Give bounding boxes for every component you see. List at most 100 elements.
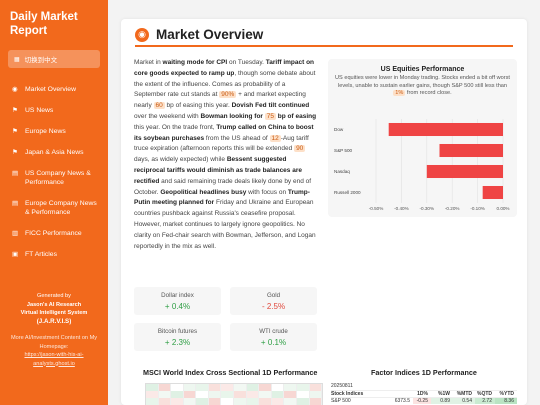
- table-header-row: Stock Indices 1D% %1W %MTD %QTD %YTD: [331, 390, 517, 397]
- building-icon: ▤: [12, 200, 19, 207]
- body-text: on Tuesday.: [227, 59, 266, 66]
- homepage-label: More AI/Investment Content on My Homepag…: [10, 335, 98, 350]
- language-toggle-label: 切换到中文: [24, 57, 58, 64]
- system-acronym: (J.A.R.V.I.S): [36, 317, 72, 325]
- highlight-number: 75: [264, 112, 276, 120]
- heatmap-cell: [309, 398, 323, 405]
- author-name: Jason's AI Research: [26, 301, 82, 308]
- heatmap-cell: [146, 398, 159, 405]
- page-header: ◉ Market Overview: [135, 27, 263, 42]
- chart-subtitle-text-end: from record close.: [405, 90, 452, 96]
- table-header: Stock Indices: [331, 391, 364, 397]
- sidebar-item-europe-news[interactable]: ⚑ Europe News: [8, 122, 100, 143]
- sidebar-item-label: US News: [25, 107, 54, 114]
- tile-value: - 2.5%: [261, 302, 286, 311]
- heatmap-cell: [246, 384, 260, 391]
- body-text: over the weekend with: [134, 112, 201, 120]
- table-header: %YTD: [499, 391, 514, 397]
- chart-subtitle: US equities were lower in Monday trading…: [328, 73, 517, 98]
- heatmap-cell: [271, 398, 285, 405]
- table-header: [391, 391, 413, 397]
- heatmap-cell: [183, 391, 197, 398]
- sidebar-item-market-overview[interactable]: ◉ Market Overview: [8, 80, 100, 101]
- category-label: Dow: [334, 127, 344, 132]
- table-cell: 6373.5: [394, 398, 410, 404]
- heatmap-cell: [171, 391, 184, 398]
- bitcoin-futures-tile: Bitcoin futures + 2.3%: [134, 323, 221, 351]
- tile-label: Dollar index: [161, 292, 194, 299]
- emphasis-text: Dovish Fed tilt continued: [231, 102, 310, 110]
- heatmap-cell: [158, 391, 172, 398]
- heatmap-row: [146, 398, 323, 405]
- body-text: days, as widely expected) while: [134, 156, 227, 164]
- heatmap-cell: [171, 384, 184, 391]
- category-label: Nasdaq: [334, 169, 350, 174]
- sidebar-item-us-company-news-performance[interactable]: ▤ US Company News & Performance: [8, 164, 100, 194]
- sidebar-item-label: Europe News: [25, 128, 66, 135]
- brand-title: Daily Market Report: [10, 11, 78, 37]
- bar-russell-2000: [482, 185, 503, 200]
- globe-icon: ◉: [135, 27, 149, 42]
- chart-title: US Equities Performance: [380, 66, 465, 73]
- heatmap-cell: [259, 391, 272, 398]
- heatmap-cell: [259, 384, 272, 391]
- sidebar: Daily Market Report ▦ 切换到中文 ◉ Market Over…: [0, 0, 108, 405]
- us-equities-chart: US Equities Performance US equities were…: [328, 59, 517, 217]
- language-toggle-button[interactable]: ▦ 切换到中文: [8, 50, 100, 68]
- system-name: Virtual Intelligent System: [20, 310, 88, 316]
- main-card: ◉ Market Overview Market in waiting mode…: [121, 19, 527, 405]
- heatmap-cell: [309, 384, 323, 391]
- flag-icon: ⚑: [12, 128, 18, 135]
- factor-indices-title: Factor Indices 1D Performance: [371, 368, 477, 377]
- body-text: with focus on: [246, 188, 288, 196]
- title-divider: [135, 45, 513, 47]
- bar-dow: [388, 122, 503, 137]
- sidebar-item-japan-asia-news[interactable]: ⚑ Japan & Asia News: [8, 143, 100, 164]
- heatmap-row: [146, 384, 323, 391]
- sidebar-item-label: FT Articles: [25, 251, 57, 258]
- document-icon: ▣: [12, 251, 19, 258]
- homepage-link[interactable]: https://jason-with-his-ai-analysts.ghost…: [6, 351, 102, 368]
- sidebar-nav: ◉ Market Overview ⚑ US News ⚑ Europe News ⚑ Jap…: [8, 80, 100, 266]
- chart-icon: ▥: [12, 230, 19, 237]
- wti-crude-tile: WTI crude + 0.1%: [230, 323, 317, 351]
- highlight-number: 60: [153, 102, 165, 110]
- body-text: bp of easing this year.: [164, 102, 232, 110]
- heatmap-cell: [271, 391, 285, 398]
- heatmap-cell: [208, 384, 222, 391]
- heatmap-cell: [271, 384, 285, 391]
- heatmap-cell: [196, 384, 209, 391]
- body-text: from the US ahead of: [204, 134, 270, 142]
- globe-icon: ◉: [12, 86, 18, 93]
- factor-indices-table: 20250811 Stock Indices 1D% %1W %MTD %QTD…: [331, 383, 517, 404]
- heatmap-cell: [146, 391, 159, 398]
- sidebar-item-label: FICC Performance: [25, 230, 82, 237]
- heatmap-cell: [284, 391, 297, 398]
- chart-subtitle-text: US equities were lower in Monday trading…: [335, 75, 510, 89]
- highlight-number: 90%: [219, 91, 237, 99]
- heatmap-cell: [196, 391, 209, 398]
- language-icon: ▦: [14, 56, 20, 63]
- table-header: %1W: [438, 391, 450, 397]
- x-tick-label: -0.40%: [394, 206, 409, 211]
- table-header: 1D%: [417, 391, 428, 397]
- tile-value: + 2.3%: [164, 338, 191, 347]
- sidebar-item-us-news[interactable]: ⚑ US News: [8, 101, 100, 122]
- sidebar-item-ft-articles[interactable]: ▣ FT Articles: [8, 245, 100, 266]
- gold-tile: Gold - 2.5%: [230, 287, 317, 315]
- x-tick-label: -0.20%: [445, 206, 460, 211]
- emphasis-text: Bowman looking for: [200, 112, 265, 120]
- sidebar-item-label: Market Overview: [25, 86, 76, 93]
- sidebar-item-ficc-performance[interactable]: ▥ FICC Performance: [8, 224, 100, 245]
- heatmap-cell: [146, 384, 159, 391]
- heatmap-cell: [196, 398, 209, 405]
- tile-label: Bitcoin futures: [157, 328, 198, 335]
- sidebar-item-europe-company-news-performance[interactable]: ▤ Europe Company News & Performance: [8, 194, 100, 224]
- heatmap-cell: [296, 384, 310, 391]
- heatmap-cell: [234, 398, 247, 405]
- table-cell: 8.36: [495, 398, 517, 404]
- heatmap-cell: [296, 398, 310, 405]
- heatmap-cell: [284, 384, 297, 391]
- heatmap-cell: [234, 391, 247, 398]
- tile-value: + 0.1%: [260, 338, 287, 347]
